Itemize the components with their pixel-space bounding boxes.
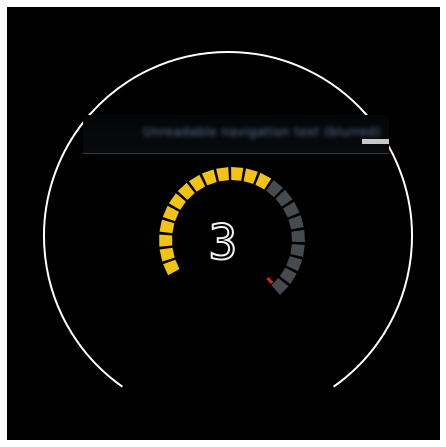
rpm-segment-unlit [291, 229, 305, 243]
info-text: Unreadable navigation text (blurred) [143, 125, 381, 139]
gear-indicator: 3 [208, 214, 239, 272]
redline-marker [266, 277, 274, 285]
rpm-segment-lit [159, 247, 175, 262]
rpm-segment-unlit [290, 244, 305, 257]
rpm-segment-lit [162, 205, 180, 222]
rpm-segment-lit [231, 167, 244, 181]
rpm-segment-lit [163, 259, 180, 276]
rpm-segment-lit [159, 234, 173, 247]
rpm-segment-lit [243, 168, 258, 184]
rpm-segment-lit [201, 169, 217, 186]
info-tab-indicator [362, 139, 389, 144]
rpm-segment-lit [216, 167, 229, 182]
rpm-segment-unlit [286, 256, 303, 272]
rpm-segment-unlit [288, 215, 304, 230]
instrument-display: Unreadable navigation text (blurred) 3 [7, 7, 440, 440]
rpm-segment-lit [159, 219, 175, 234]
info-strip: Unreadable navigation text (blurred) [83, 115, 389, 154]
